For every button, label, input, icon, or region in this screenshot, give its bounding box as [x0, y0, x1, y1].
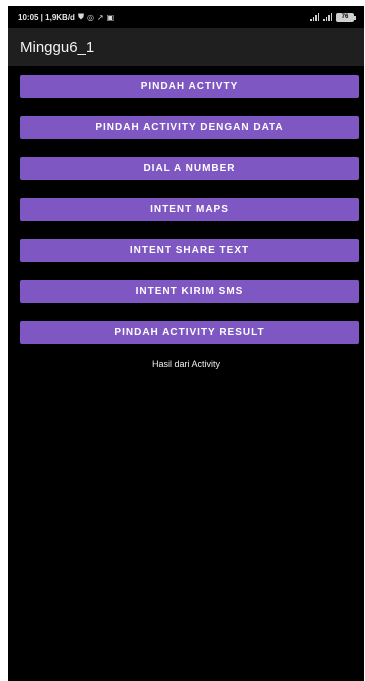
notification-icon: ↗: [96, 12, 104, 22]
wifi-signal-icon: [310, 13, 319, 21]
status-time-speed: 10:05 | 1,9KB/d: [18, 12, 75, 22]
status-bar: 10:05 | 1,9KB/d ⛊ ◎ ↗ ▣ 76: [8, 6, 364, 28]
app-bar: Minggu6_1: [8, 28, 364, 66]
battery-level: 76: [341, 14, 349, 20]
app-title: Minggu6_1: [20, 38, 95, 56]
whatsapp-icon: ◎: [86, 12, 94, 22]
instagram-icon: ▣: [106, 12, 115, 22]
pindah-activity-dengan-data-button[interactable]: PINDAH ACTIVITY DENGAN DATA: [20, 116, 359, 139]
status-left: 10:05 | 1,9KB/d ⛊ ◎ ↗ ▣: [18, 12, 114, 22]
activity-result-text: Hasil dari Activity: [151, 359, 221, 369]
intent-share-text-button[interactable]: INTENT SHARE TEXT: [20, 239, 359, 262]
pindah-activity-result-button[interactable]: PINDAH ACTIVITY RESULT: [20, 321, 359, 344]
intent-kirim-sms-button[interactable]: INTENT KIRIM SMS: [20, 280, 359, 303]
dial-number-button[interactable]: DIAL A NUMBER: [20, 157, 359, 180]
battery-icon: 76: [336, 12, 356, 22]
phone-screen: 10:05 | 1,9KB/d ⛊ ◎ ↗ ▣ 76 Minggu6_1 PIN…: [8, 6, 364, 681]
shield-icon: ⛊: [77, 12, 84, 21]
pindah-activity-button[interactable]: PINDAH ACTIVTY: [20, 75, 359, 98]
intent-maps-button[interactable]: INTENT MAPS: [20, 198, 359, 221]
status-right: 76: [310, 12, 356, 22]
cell-signal-icon: [323, 13, 332, 21]
